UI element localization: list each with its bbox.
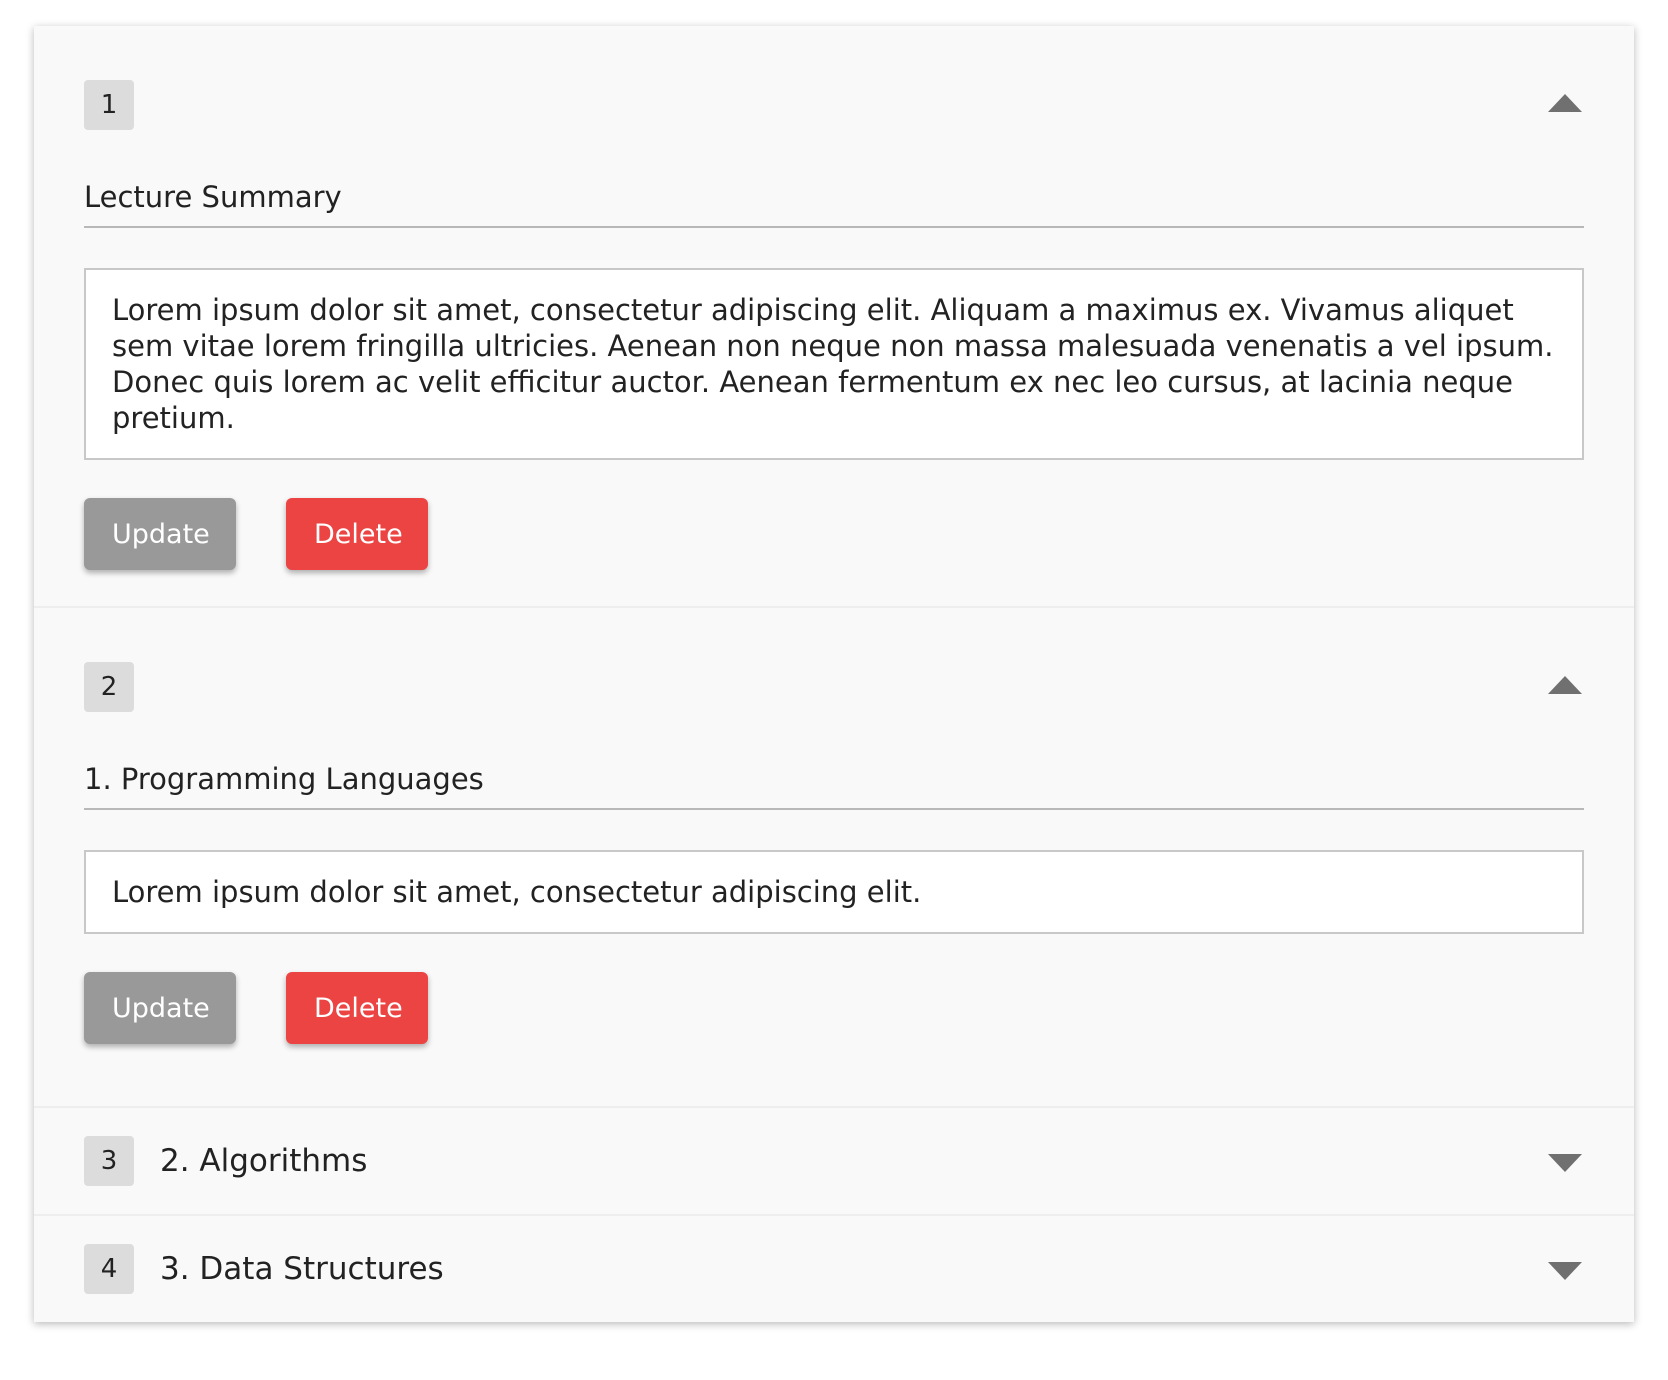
chevron-up-icon[interactable] bbox=[1546, 92, 1584, 114]
section-body-textarea[interactable]: Lorem ipsum dolor sit amet, consectetur … bbox=[84, 850, 1584, 934]
section-title-input[interactable] bbox=[84, 762, 1584, 810]
section-number-badge: 3 bbox=[84, 1136, 134, 1186]
accordion-section-1: 1 Lorem ipsum dolor sit amet, consectetu… bbox=[34, 26, 1634, 606]
section-actions: Update Delete bbox=[84, 972, 1584, 1044]
accordion-panel: 1 Lorem ipsum dolor sit amet, consectetu… bbox=[34, 26, 1634, 1322]
delete-button[interactable]: Delete bbox=[286, 498, 428, 570]
update-button[interactable]: Update bbox=[84, 972, 236, 1044]
section-number-badge: 1 bbox=[84, 80, 134, 130]
section-actions: Update Delete bbox=[84, 498, 1584, 570]
chevron-up-icon[interactable] bbox=[1546, 674, 1584, 696]
section-number-badge: 2 bbox=[84, 662, 134, 712]
accordion-section-2: 2 Lorem ipsum dolor sit amet, consectetu… bbox=[34, 606, 1634, 1106]
section-number-badge: 4 bbox=[84, 1244, 134, 1294]
section-title: 2. Algorithms bbox=[160, 1143, 368, 1179]
section-title-input[interactable] bbox=[84, 180, 1584, 228]
chevron-down-icon[interactable] bbox=[1546, 1152, 1584, 1174]
chevron-down-icon[interactable] bbox=[1546, 1260, 1584, 1282]
accordion-section-3[interactable]: 3 2. Algorithms bbox=[34, 1106, 1634, 1214]
section-title: 3. Data Structures bbox=[160, 1251, 444, 1287]
delete-button[interactable]: Delete bbox=[286, 972, 428, 1044]
accordion-section-4[interactable]: 4 3. Data Structures bbox=[34, 1214, 1634, 1322]
section-body-textarea[interactable]: Lorem ipsum dolor sit amet, consectetur … bbox=[84, 268, 1584, 460]
update-button[interactable]: Update bbox=[84, 498, 236, 570]
